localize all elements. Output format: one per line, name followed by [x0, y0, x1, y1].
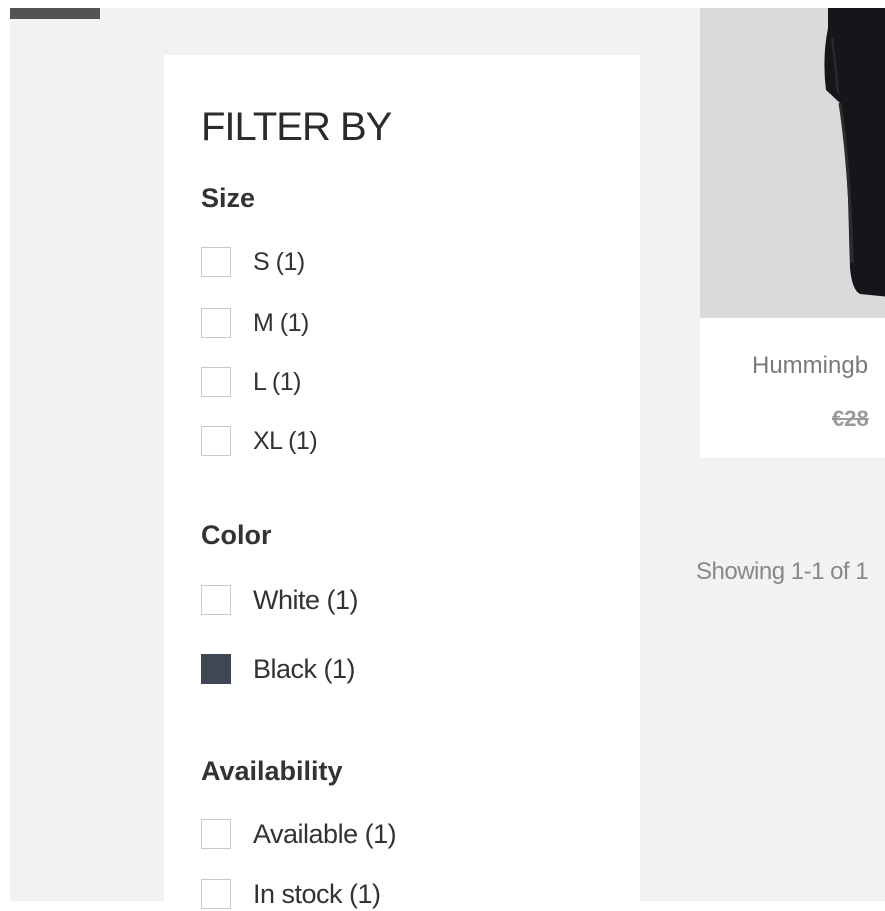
- tshirt-image: [824, 8, 885, 297]
- in-stock-checkbox[interactable]: [201, 879, 231, 909]
- product-price: €28: [832, 406, 869, 431]
- size-s-checkbox[interactable]: [201, 247, 231, 277]
- pagination-summary: Showing 1-1 of 1: [696, 558, 869, 585]
- color-black-label: Black (1): [253, 653, 356, 684]
- availability-option-available[interactable]: Available (1): [201, 817, 397, 851]
- product-image[interactable]: [700, 8, 885, 318]
- size-m-label: M (1): [253, 308, 309, 337]
- filter-title: FILTER BY: [201, 105, 392, 149]
- header-bar-fragment: [10, 8, 100, 19]
- size-option-s[interactable]: S (1): [201, 245, 305, 279]
- size-l-checkbox[interactable]: [201, 367, 231, 397]
- size-option-xl[interactable]: XL (1): [201, 424, 318, 458]
- size-option-m[interactable]: M (1): [201, 306, 309, 340]
- in-stock-label: In stock (1): [253, 878, 381, 909]
- color-white-swatch[interactable]: [201, 585, 231, 615]
- size-m-checkbox[interactable]: [201, 308, 231, 338]
- size-s-label: S (1): [253, 247, 305, 276]
- size-l-label: L (1): [253, 367, 301, 396]
- color-black-swatch[interactable]: [201, 654, 231, 684]
- available-checkbox[interactable]: [201, 819, 231, 849]
- size-xl-label: XL (1): [253, 426, 318, 455]
- size-option-l[interactable]: L (1): [201, 365, 301, 399]
- available-label: Available (1): [253, 818, 397, 849]
- availability-filter-title: Availability: [201, 756, 343, 786]
- availability-option-in-stock[interactable]: In stock (1): [201, 877, 381, 911]
- size-xl-checkbox[interactable]: [201, 426, 231, 456]
- color-filter-title: Color: [201, 520, 272, 550]
- product-name[interactable]: Hummingb: [752, 352, 868, 380]
- color-white-label: White (1): [253, 584, 359, 615]
- product-card[interactable]: Hummingb €28: [700, 8, 885, 458]
- color-option-black[interactable]: Black (1): [201, 652, 356, 686]
- color-option-white[interactable]: White (1): [201, 583, 359, 617]
- filter-panel: FILTER BY Size S (1) M (1) L (1) XL (1) …: [164, 55, 640, 909]
- size-filter-title: Size: [201, 183, 256, 213]
